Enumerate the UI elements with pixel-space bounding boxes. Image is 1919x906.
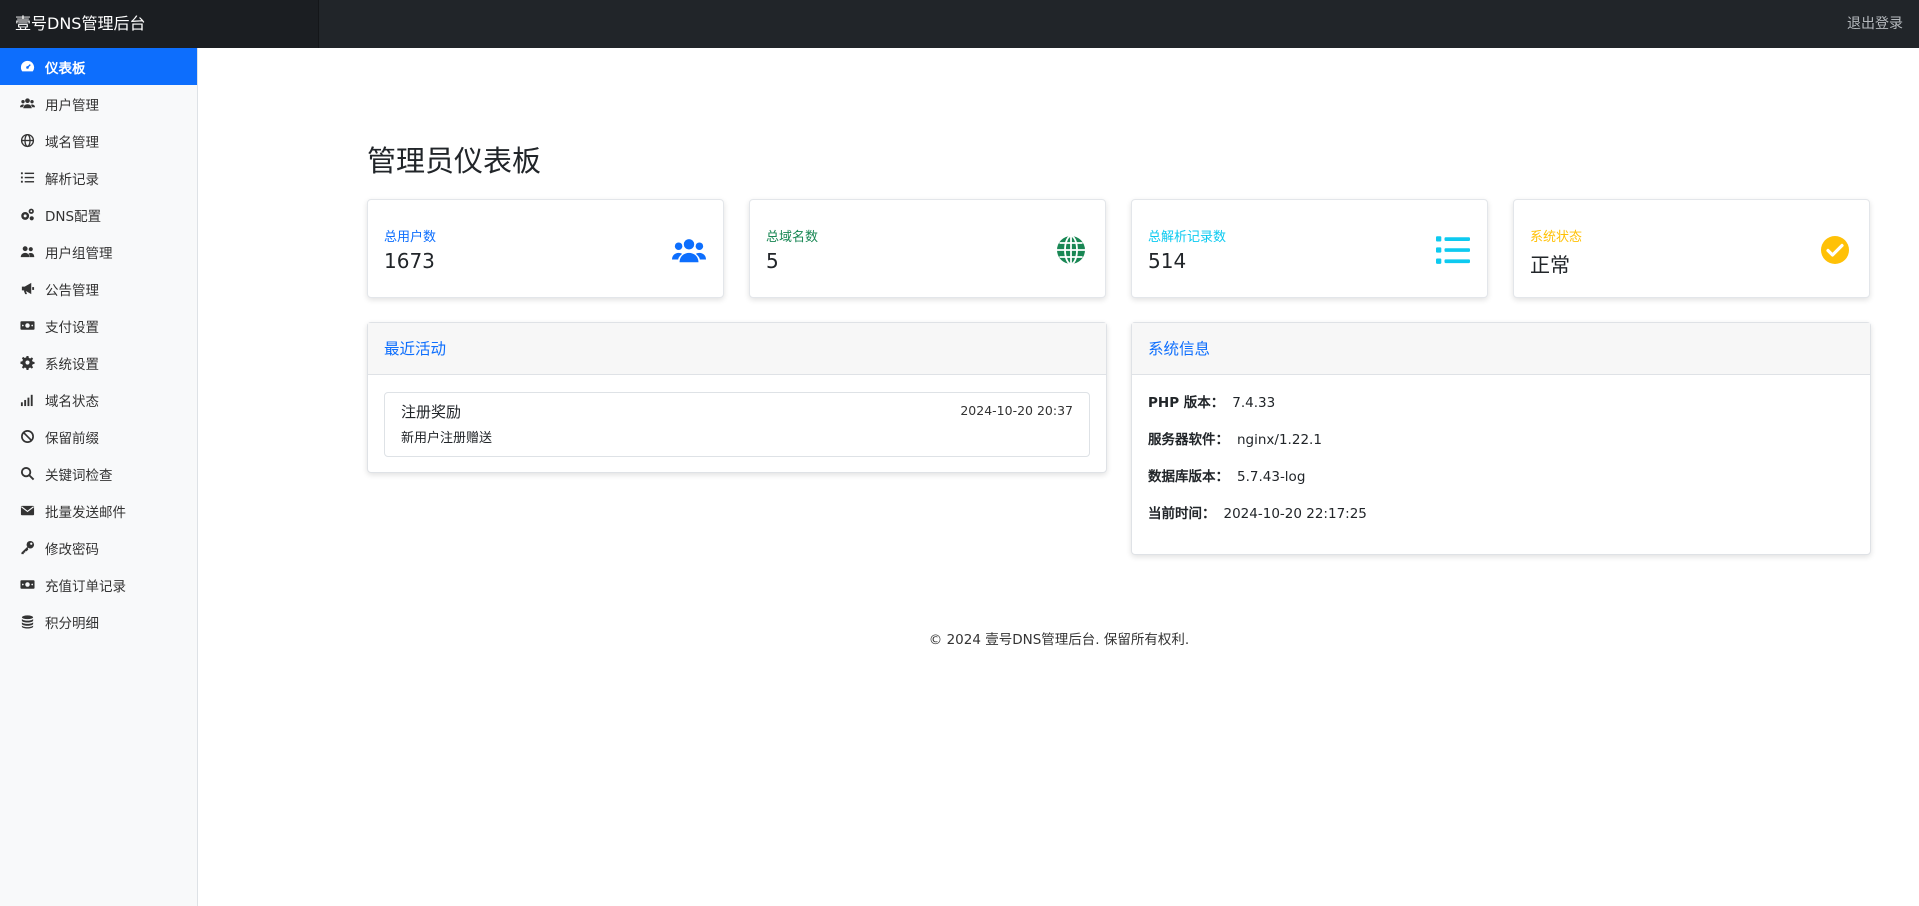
sidebar-item-label: 用户管理 [45,97,99,114]
stat-label: 总解析记录数 [1148,230,1227,245]
page-title: 管理员仪表板 [367,144,542,178]
gears-icon [17,207,37,223]
info-value: nginx/1.22.1 [1237,432,1322,448]
sidebar-item-label: 用户组管理 [45,245,113,262]
info-key: 数据库版本： [1148,469,1229,485]
sidebar-item-system-settings[interactable]: 系统设置 [0,344,197,381]
envelope-icon [17,503,37,519]
list-icon [17,170,37,186]
sidebar-item-dns-config[interactable]: DNS配置 [0,196,197,233]
stat-card-records: 总解析记录数 514 [1131,199,1488,298]
sidebar-item-domains[interactable]: 域名管理 [0,122,197,159]
info-row-php: PHP 版本： 7.4.33 [1148,391,1275,411]
coins-icon [17,614,37,630]
sidebar-item-points[interactable]: 积分明细 [0,603,197,640]
stat-value: 5 [766,249,779,273]
money-icon [17,318,37,334]
sidebar-item-reserved-prefix[interactable]: 保留前缀 [0,418,197,455]
info-row-database: 数据库版本： 5.7.43-log [1148,465,1305,485]
info-value: 5.7.43-log [1237,469,1306,485]
check-circle-icon [1817,234,1853,266]
sidebar-item-recharge-orders[interactable]: 充值订单记录 [0,566,197,603]
dashboard-icon [17,59,37,75]
sidebar-item-label: 域名状态 [45,393,99,410]
stat-label: 系统状态 [1530,230,1583,245]
sidebar-item-keyword-check[interactable]: 关键词检查 [0,455,197,492]
sidebar-item-label: 系统设置 [45,356,99,373]
activity-time: 2024-10-20 20:37 [960,403,1073,418]
info-value: 7.4.33 [1232,395,1276,411]
sidebar-item-label: 积分明细 [45,615,99,632]
users-icon [17,96,37,112]
activity-item[interactable]: 注册奖励 2024-10-20 20:37 新用户注册赠送 [384,392,1090,457]
stat-card-users: 总用户数 1673 [367,199,724,298]
sidebar-item-label: 关键词检查 [45,467,113,484]
main-content: 管理员仪表板 总用户数 1673 总域名数 5 总解析记录数 514 系统状态 … [199,48,1919,906]
sidebar-item-label: DNS配置 [45,208,102,225]
sidebar-item-records[interactable]: 解析记录 [0,159,197,196]
users-icon [671,234,707,266]
sidebar-item-user-groups[interactable]: 用户组管理 [0,233,197,270]
gear-icon [17,355,37,371]
stat-card-system-status: 系统状态 正常 [1513,199,1870,298]
globe-icon [1053,234,1089,266]
sidebar-item-label: 修改密码 [45,541,99,558]
info-key: 当前时间： [1148,506,1216,522]
sidebar-item-label: 域名管理 [45,134,99,151]
list-icon [1435,234,1471,266]
panel-title: 系统信息 [1132,323,1870,375]
activity-title: 注册奖励 [401,403,462,421]
stat-label: 总用户数 [384,230,437,245]
info-row-current-time: 当前时间： 2024-10-20 22:17:25 [1148,502,1367,522]
sidebar-item-label: 保留前缀 [45,430,99,447]
globe-icon [17,133,37,149]
sidebar-item-dashboard[interactable]: 仪表板 [0,48,197,85]
stat-card-domains: 总域名数 5 [749,199,1106,298]
brand-title[interactable]: 壹号DNS管理后台 [0,0,319,48]
sidebar-item-bulk-email[interactable]: 批量发送邮件 [0,492,197,529]
sidebar-item-announcements[interactable]: 公告管理 [0,270,197,307]
sidebar-item-domain-status[interactable]: 域名状态 [0,381,197,418]
panel-title: 最近活动 [368,323,1106,375]
info-value: 2024-10-20 22:17:25 [1223,506,1367,522]
recent-activity-panel: 最近活动 注册奖励 2024-10-20 20:37 新用户注册赠送 [367,322,1107,473]
sidebar-item-label: 解析记录 [45,171,99,188]
sidebar-item-change-password[interactable]: 修改密码 [0,529,197,566]
sidebar-item-label: 支付设置 [45,319,99,336]
sidebar-item-label: 批量发送邮件 [45,504,126,521]
sidebar: 仪表板 用户管理 域名管理 解析记录 DNS配置 用户组管理 公告管理 支付设置… [0,48,198,906]
money-icon [17,577,37,593]
key-icon [17,540,37,556]
sidebar-item-label: 充值订单记录 [45,578,126,595]
ban-icon [17,429,37,445]
info-key: 服务器软件： [1148,432,1229,448]
sidebar-item-payment[interactable]: 支付设置 [0,307,197,344]
info-key: PHP 版本： [1148,395,1225,411]
stat-value: 正常 [1530,253,1570,277]
sidebar-item-label: 公告管理 [45,282,99,299]
sidebar-item-label: 仪表板 [45,60,86,77]
system-info-panel: 系统信息 PHP 版本： 7.4.33 服务器软件： nginx/1.22.1 数据… [1131,322,1871,555]
footer-copyright: © 2024 壹号DNS管理后台. 保留所有权利. [928,632,1190,648]
user-group-icon [17,244,37,260]
stat-label: 总域名数 [766,230,819,245]
stat-value: 1673 [384,249,435,273]
search-icon [17,466,37,482]
sidebar-item-users[interactable]: 用户管理 [0,85,197,122]
info-row-server: 服务器软件： nginx/1.22.1 [1148,428,1322,448]
activity-description: 新用户注册赠送 [401,431,493,446]
megaphone-icon [17,281,37,297]
logout-link[interactable]: 退出登录 [1847,0,1903,48]
signal-icon [17,392,37,408]
top-navbar: 壹号DNS管理后台 退出登录 [0,0,1919,48]
stat-value: 514 [1148,249,1187,273]
